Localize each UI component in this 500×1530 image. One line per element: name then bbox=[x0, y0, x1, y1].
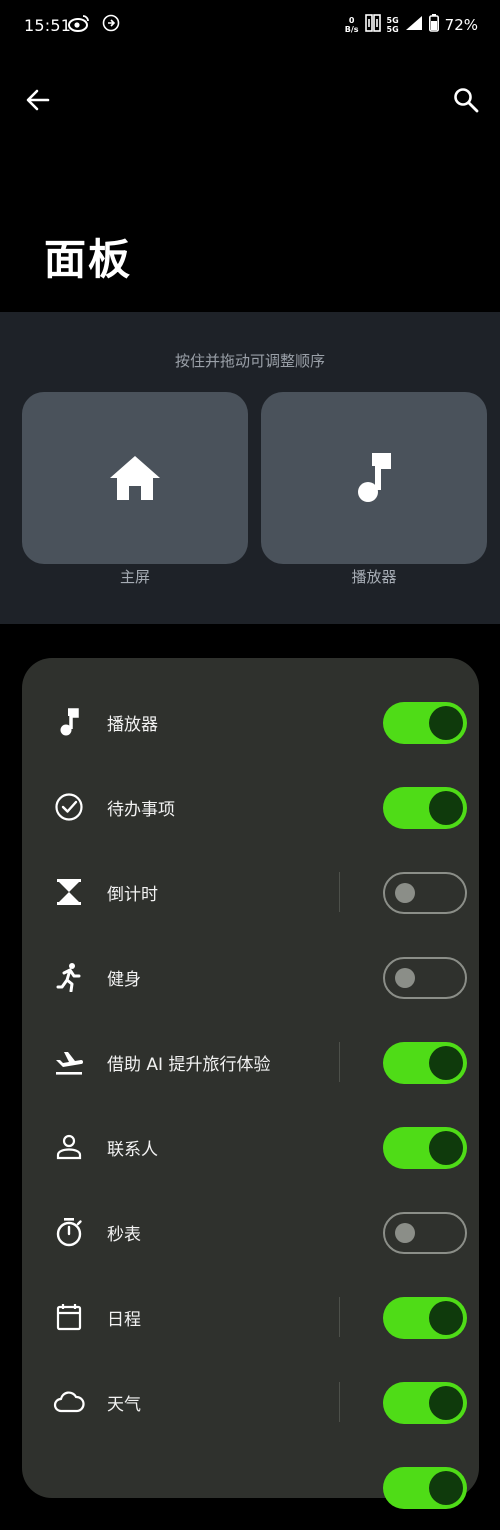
toggle-travel-ai[interactable] bbox=[383, 1042, 467, 1084]
page-title: 面板 bbox=[44, 235, 133, 284]
toggle-weather[interactable] bbox=[383, 1382, 467, 1424]
toggle-todo[interactable] bbox=[383, 787, 467, 829]
tile-home-label: 主屏 bbox=[119, 568, 150, 586]
list-item-label: 秒表 bbox=[107, 1225, 141, 1245]
tile-home[interactable] bbox=[22, 392, 248, 564]
list-item-contacts: 联系人 bbox=[22, 1105, 479, 1190]
panel-list-card: 播放器 待办事项 倒计时 健身 借助 AI 提升旅行体验 联系人 秒表 日程 天… bbox=[22, 658, 479, 1509]
back-button[interactable] bbox=[22, 84, 54, 116]
toggle-contacts[interactable] bbox=[383, 1127, 467, 1169]
list-item-label: 播放器 bbox=[107, 715, 158, 735]
list-item-countdown: 倒计时 bbox=[22, 850, 479, 935]
toggle-player[interactable] bbox=[383, 702, 467, 744]
battery-percent: 72% bbox=[444, 16, 478, 34]
hd-icon bbox=[364, 14, 381, 36]
toggle-fitness[interactable] bbox=[383, 957, 467, 999]
panel-order-section: 按住并拖动可调整顺序 主屏 播放器 bbox=[0, 312, 500, 624]
home-icon bbox=[110, 456, 160, 500]
list-item-label: 天气 bbox=[107, 1395, 141, 1415]
divider bbox=[339, 1297, 340, 1337]
list-item-label: 借助 AI 提升旅行体验 bbox=[107, 1055, 271, 1075]
list-item-todo: 待办事项 bbox=[22, 765, 479, 850]
divider bbox=[339, 1382, 340, 1422]
list-item-player: 播放器 bbox=[22, 680, 479, 765]
search-icon bbox=[454, 88, 479, 113]
stopwatch-icon bbox=[52, 1215, 86, 1249]
divider bbox=[339, 1042, 340, 1082]
list-item-label: 日程 bbox=[107, 1310, 141, 1330]
cloud-icon bbox=[52, 1385, 86, 1419]
list-item-label: 待办事项 bbox=[107, 800, 175, 820]
tile-player-label: 播放器 bbox=[351, 568, 397, 586]
toggle-countdown[interactable] bbox=[383, 872, 467, 914]
list-item-fitness: 健身 bbox=[22, 935, 479, 1020]
list-item-partial bbox=[22, 1445, 479, 1530]
navigation-icon bbox=[102, 14, 120, 36]
list-item-travel-ai: 借助 AI 提升旅行体验 bbox=[22, 1020, 479, 1105]
hourglass-icon bbox=[52, 875, 86, 909]
signal-icon bbox=[405, 15, 423, 35]
check-circle-icon bbox=[52, 790, 86, 824]
drag-hint: 按住并拖动可调整顺序 bbox=[174, 352, 325, 370]
list-item-label: 健身 bbox=[107, 970, 141, 990]
status-bar: 15:51 0 B/s 5G 5G 72% bbox=[0, 0, 500, 52]
status-time: 15:51 bbox=[24, 16, 72, 35]
list-item-label: 联系人 bbox=[107, 1140, 158, 1160]
list-item-label: 倒计时 bbox=[107, 885, 158, 905]
list-item-schedule: 日程 bbox=[22, 1275, 479, 1360]
weibo-icon bbox=[68, 14, 90, 36]
tile-player[interactable] bbox=[261, 392, 487, 564]
running-icon bbox=[52, 960, 86, 994]
toggle-stopwatch[interactable] bbox=[383, 1212, 467, 1254]
net-speed: 0 B/s bbox=[344, 16, 359, 34]
list-item-stopwatch: 秒表 bbox=[22, 1190, 479, 1275]
list-item-weather: 天气 bbox=[22, 1360, 479, 1445]
divider bbox=[339, 872, 340, 912]
calendar-icon bbox=[52, 1300, 86, 1334]
arrow-left-icon bbox=[26, 89, 50, 111]
person-icon bbox=[52, 1130, 86, 1164]
search-button[interactable] bbox=[450, 84, 482, 116]
flight-icon bbox=[52, 1045, 86, 1079]
toggle-schedule[interactable] bbox=[383, 1297, 467, 1339]
music-note-icon bbox=[358, 453, 391, 502]
toggle-partial[interactable] bbox=[383, 1467, 467, 1509]
battery-icon bbox=[428, 14, 439, 36]
sim-labels: 5G 5G bbox=[386, 16, 399, 34]
music-note-icon bbox=[52, 705, 86, 739]
